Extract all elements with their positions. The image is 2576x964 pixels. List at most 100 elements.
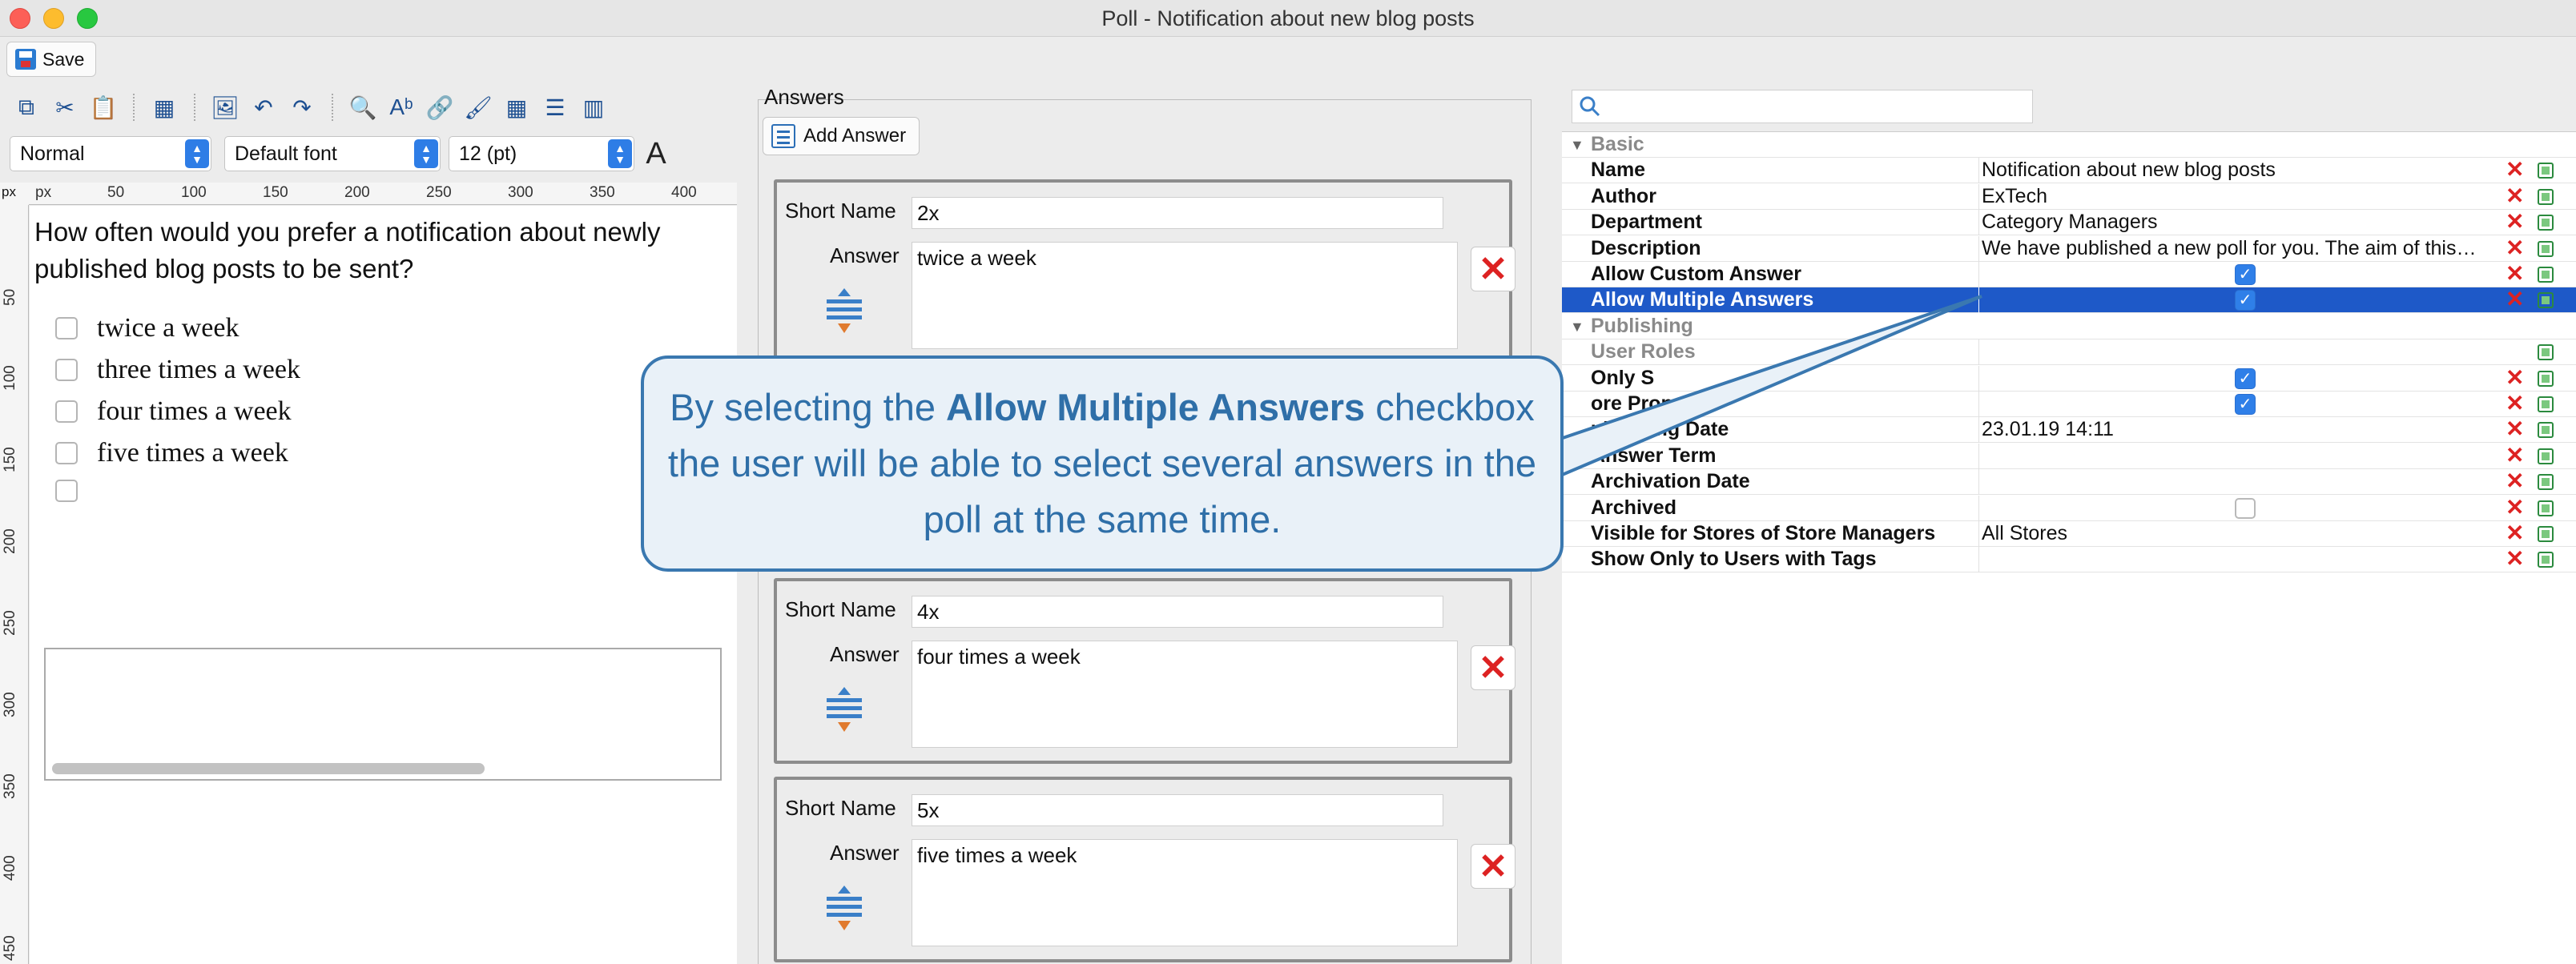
edit-value-icon[interactable] <box>2538 500 2554 516</box>
edit-value-icon[interactable] <box>2538 422 2554 439</box>
edit-value-icon[interactable] <box>2538 474 2554 491</box>
property-value[interactable]: Notification about new blog posts <box>1982 159 2488 182</box>
clear-value-icon[interactable]: ✕ <box>2506 469 2524 493</box>
edit-value-icon[interactable] <box>2538 396 2554 412</box>
custom-answer-textbox[interactable] <box>44 648 722 781</box>
spellcheck-icon[interactable]: Aᵇ <box>384 90 418 124</box>
property-row[interactable]: Department Category Managers ✕ <box>1562 210 2576 236</box>
property-row[interactable]: Name Notification about new blog posts ✕ <box>1562 158 2576 184</box>
option-checkbox[interactable] <box>55 317 78 339</box>
property-row[interactable]: ore Property ✓ ✕ <box>1562 392 2576 417</box>
save-button[interactable]: Save <box>6 42 97 77</box>
property-row[interactable]: Allow Custom Answer ✓ ✕ <box>1562 262 2576 287</box>
option-checkbox[interactable] <box>55 480 78 502</box>
undo-icon[interactable]: ↶ <box>247 90 280 124</box>
property-row[interactable]: Author ExTech ✕ <box>1562 183 2576 210</box>
delete-answer-button[interactable]: ✕ <box>1471 844 1515 889</box>
table-icon[interactable]: ▦ <box>500 90 533 124</box>
find-icon[interactable]: 🔍 <box>346 90 380 124</box>
delete-answer-button[interactable]: ✕ <box>1471 247 1515 291</box>
short-name-input[interactable]: 2x <box>912 197 1443 229</box>
clear-value-icon[interactable]: ✕ <box>2506 210 2524 234</box>
edit-value-icon[interactable] <box>2538 215 2554 231</box>
paragraph-style-select[interactable]: Normal ▲ ▼ <box>10 136 211 171</box>
short-name-input[interactable]: 4x <box>912 596 1443 628</box>
horizontal-scrollbar[interactable] <box>52 763 485 774</box>
paste-icon[interactable]: 📋 <box>87 90 120 124</box>
property-row[interactable]: Show Only to Users with Tags ✕ <box>1562 547 2576 573</box>
poll-question-text[interactable]: How often would you prefer a notificatio… <box>34 214 675 287</box>
property-row[interactable]: Archived ✕ <box>1562 495 2576 521</box>
property-search-input[interactable] <box>1572 90 2033 123</box>
property-row[interactable]: Allow Multiple Answers ✓ ✕ <box>1562 287 2576 314</box>
clear-value-icon[interactable]: ✕ <box>2506 235 2524 260</box>
property-checkbox[interactable]: ✓ <box>2235 264 2256 285</box>
reorder-icon[interactable] <box>822 882 867 938</box>
font-family-select[interactable]: Default font ▲ ▼ <box>224 136 441 171</box>
reorder-icon[interactable] <box>822 285 867 341</box>
redo-icon[interactable]: ↷ <box>285 90 319 124</box>
edit-value-icon[interactable] <box>2538 163 2554 179</box>
edit-value-icon[interactable] <box>2538 240 2554 257</box>
answer-textarea[interactable]: five times a week <box>912 839 1458 946</box>
link-icon[interactable]: 🔗 <box>423 90 457 124</box>
cut-icon[interactable]: ✂ <box>48 90 82 124</box>
font-size-select[interactable]: 12 (pt) ▲ ▼ <box>449 136 634 171</box>
clear-value-icon[interactable]: ✕ <box>2506 495 2524 520</box>
property-checkbox[interactable]: ✓ <box>2235 394 2256 415</box>
property-row[interactable]: Archivation Date ✕ <box>1562 469 2576 496</box>
calendar-icon[interactable]: ▦ <box>147 90 181 124</box>
insert-column-icon[interactable]: ▥ <box>577 90 610 124</box>
reorder-icon[interactable] <box>822 684 867 740</box>
property-value[interactable]: ExTech <box>1982 185 2488 208</box>
option-checkbox[interactable] <box>55 359 78 381</box>
answer-textarea[interactable]: twice a week <box>912 242 1458 349</box>
property-value[interactable]: We have published a new poll for you. Th… <box>1982 237 2488 260</box>
delete-answer-button[interactable]: ✕ <box>1471 645 1515 690</box>
edit-value-icon[interactable] <box>2538 370 2554 387</box>
edit-value-icon[interactable] <box>2538 344 2554 361</box>
property-group-header[interactable]: ▼ Basic <box>1562 132 2576 158</box>
property-row[interactable]: User Roles <box>1562 339 2576 366</box>
clear-value-icon[interactable]: ✕ <box>2506 262 2524 286</box>
clear-value-icon[interactable]: ✕ <box>2506 547 2524 571</box>
short-name-input[interactable]: 5x <box>912 794 1443 826</box>
property-checkbox[interactable] <box>2235 497 2256 519</box>
clear-value-icon[interactable]: ✕ <box>2506 158 2524 182</box>
edit-value-icon[interactable] <box>2538 526 2554 542</box>
clear-value-icon[interactable]: ✕ <box>2506 365 2524 390</box>
clear-value-icon[interactable]: ✕ <box>2506 521 2524 545</box>
collapse-triangle-icon[interactable]: ▼ <box>1570 319 1584 335</box>
answer-textarea[interactable]: four times a week <box>912 641 1458 748</box>
clear-value-icon[interactable]: ✕ <box>2506 417 2524 441</box>
editor-canvas[interactable]: How often would you prefer a notificatio… <box>30 206 737 964</box>
edit-value-icon[interactable] <box>2538 267 2554 283</box>
property-value[interactable]: 23.01.19 14:11 <box>1982 418 2488 441</box>
clear-value-icon[interactable]: ✕ <box>2506 443 2524 468</box>
property-group-header[interactable]: ▼ Publishing <box>1562 313 2576 339</box>
font-color-icon[interactable]: A <box>639 137 673 171</box>
edit-value-icon[interactable] <box>2538 292 2554 309</box>
edit-value-icon[interactable] <box>2538 188 2554 205</box>
option-checkbox[interactable] <box>55 400 78 423</box>
option-checkbox[interactable] <box>55 442 78 464</box>
property-row[interactable]: ublishing Date 23.01.19 14:11 ✕ <box>1562 417 2576 444</box>
add-answer-button[interactable]: Add Answer <box>763 117 920 155</box>
property-row[interactable]: Visible for Stores of Store Managers All … <box>1562 521 2576 547</box>
property-row[interactable]: Only S ✓ ✕ <box>1562 365 2576 392</box>
format-brush-icon[interactable]: 🖌 <box>461 90 495 124</box>
property-value[interactable]: All Stores <box>1982 522 2488 545</box>
copy-icon[interactable]: ⧉ <box>10 90 43 124</box>
collapse-triangle-icon[interactable]: ▼ <box>1570 137 1584 154</box>
property-row[interactable]: Description We have published a new poll … <box>1562 235 2576 262</box>
property-checkbox[interactable]: ✓ <box>2235 368 2256 389</box>
property-value[interactable]: Category Managers <box>1982 211 2488 234</box>
clear-value-icon[interactable]: ✕ <box>2506 392 2524 416</box>
insert-image-icon[interactable]: 🖼 <box>208 90 242 124</box>
edit-value-icon[interactable] <box>2538 448 2554 464</box>
edit-value-icon[interactable] <box>2538 552 2554 568</box>
property-row[interactable]: Answer Term ✕ <box>1562 443 2576 469</box>
clear-value-icon[interactable]: ✕ <box>2506 183 2524 208</box>
property-checkbox[interactable]: ✓ <box>2235 290 2256 311</box>
insert-row-icon[interactable]: ☰ <box>538 90 572 124</box>
